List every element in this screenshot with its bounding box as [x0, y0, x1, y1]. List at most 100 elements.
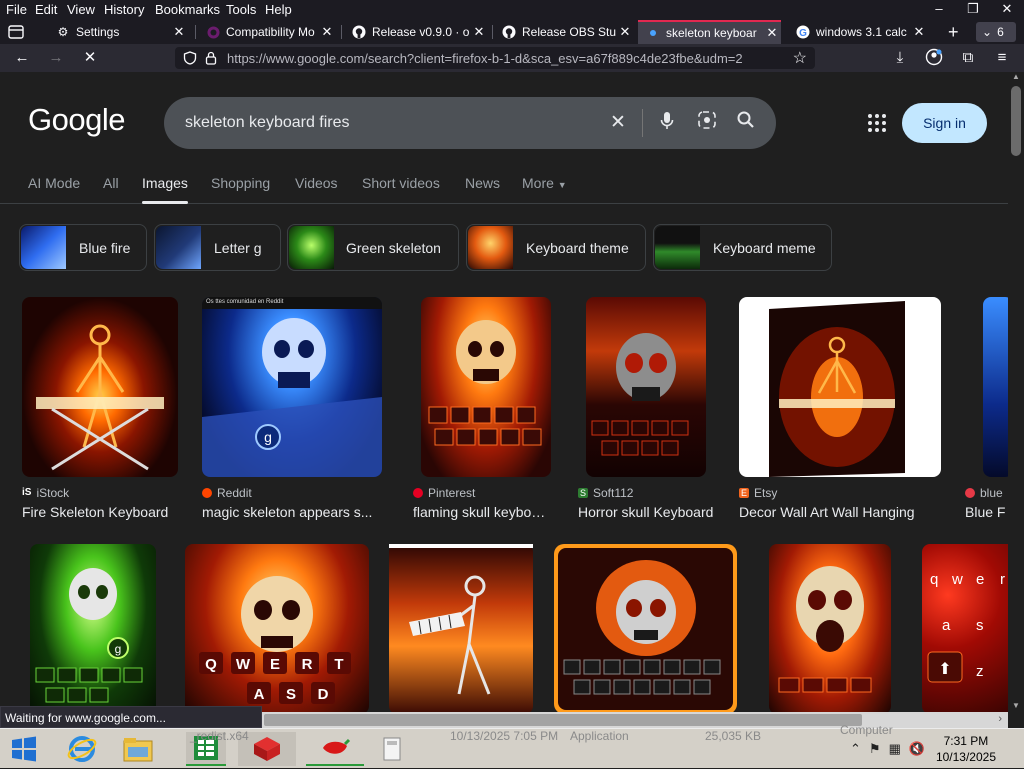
google-logo[interactable]: Google	[28, 102, 125, 138]
sign-in-button[interactable]: Sign in	[902, 103, 987, 143]
menu-edit[interactable]: Edit	[35, 2, 57, 17]
scroll-up-icon[interactable]: ▲	[1012, 72, 1020, 81]
new-tab-button[interactable]: +	[942, 20, 968, 44]
menu-view[interactable]: View	[67, 2, 95, 17]
result-title[interactable]: flaming skull keyboard	[413, 504, 551, 520]
apps-grid-icon[interactable]	[866, 112, 888, 134]
forward-button[interactable]: →	[46, 48, 66, 68]
taskbar-document[interactable]	[372, 732, 412, 766]
result-image[interactable]: Q W E R T A S D	[185, 544, 369, 712]
taskbar-ie[interactable]	[62, 732, 102, 766]
screaming-skull-figure	[778, 566, 872, 693]
tab-release-ol[interactable]: Release v0.9.0 · ol ✕	[344, 20, 488, 44]
page-scrollbar[interactable]: ▲ ▼	[1008, 72, 1024, 712]
tab-ai-mode[interactable]: AI Mode	[28, 175, 80, 191]
result-image[interactable]	[586, 297, 706, 477]
result-image[interactable]: Os ttes comunidad en Reddit g	[202, 297, 382, 477]
voice-search-icon[interactable]	[654, 110, 680, 136]
close-tab-icon[interactable]: ✕	[910, 24, 928, 40]
tray-expand-icon[interactable]: ⌃	[850, 741, 861, 757]
tab-all[interactable]: All	[103, 175, 119, 191]
tab-windows-calc[interactable]: G windows 3.1 calc ✕	[788, 20, 928, 44]
bookmark-star-icon[interactable]: ☆	[793, 48, 807, 68]
tab-compatibility[interactable]: Compatibility Mo ✕	[198, 20, 336, 44]
menu-help[interactable]: Help	[265, 2, 292, 17]
extensions-button[interactable]: ⧉	[958, 48, 978, 68]
horror-skull-figure	[591, 333, 689, 456]
site-circle-icon	[206, 25, 220, 39]
close-window-button[interactable]: ✕	[990, 0, 1024, 20]
tab-overflow-button[interactable]: ⌄ 6	[976, 22, 1016, 42]
stop-button[interactable]: ✕	[80, 48, 100, 68]
menu-bookmarks[interactable]: Bookmarks	[155, 2, 220, 17]
result-title[interactable]: Fire Skeleton Keyboard	[22, 504, 172, 520]
close-tab-icon[interactable]: ✕	[470, 24, 488, 40]
close-tab-icon[interactable]: ✕	[616, 24, 634, 40]
clear-search-icon[interactable]: ✕	[605, 110, 631, 136]
result-image[interactable]: g	[30, 544, 156, 712]
result-title[interactable]: magic skeleton appears s...	[202, 504, 384, 520]
tab-short-videos[interactable]: Short videos	[362, 175, 440, 191]
chip-keyboard-meme[interactable]: Keyboard meme	[653, 224, 832, 271]
chip-letter-g[interactable]: Letter g	[154, 224, 281, 271]
result-image[interactable]	[421, 297, 551, 477]
tab-more[interactable]: More ▼	[522, 175, 567, 191]
result-image[interactable]	[22, 297, 178, 477]
horizontal-scrollbar[interactable]: ›	[262, 712, 1008, 728]
tab-list-button[interactable]	[0, 20, 38, 44]
menu-history[interactable]: History	[104, 2, 144, 17]
scroll-right-icon[interactable]: ›	[998, 713, 1002, 725]
result-title[interactable]: Decor Wall Art Wall Hanging	[739, 504, 935, 520]
account-button[interactable]	[924, 48, 944, 68]
url-bar[interactable]: https://www.google.com/search?client=fir…	[175, 47, 815, 69]
close-tab-icon[interactable]: ✕	[763, 25, 781, 41]
scrollbar-thumb[interactable]	[1011, 86, 1021, 156]
menu-file[interactable]: File	[6, 2, 27, 17]
result-title[interactable]: Blue F	[965, 504, 1008, 520]
restore-button[interactable]: ❐	[956, 0, 990, 20]
chained-skull-figure	[558, 548, 733, 710]
shield-icon[interactable]	[183, 51, 197, 65]
result-image[interactable]	[554, 544, 737, 712]
result-image[interactable]	[983, 297, 1008, 477]
tab-bar: ⚙ Settings ✕ Compatibility Mo ✕ Release …	[0, 20, 1024, 44]
start-button[interactable]	[4, 732, 44, 766]
result-image[interactable]	[739, 297, 941, 477]
tab-videos[interactable]: Videos	[295, 175, 338, 191]
volume-muted-icon[interactable]: 🔇	[909, 741, 925, 757]
tab-release-obs[interactable]: Release OBS Stud ✕	[494, 20, 634, 44]
chip-green-skeleton[interactable]: Green skeleton	[287, 224, 459, 271]
lock-icon[interactable]	[205, 51, 217, 65]
minimize-button[interactable]: –	[922, 0, 956, 20]
result-image[interactable]: q w e r a s z ⬆	[922, 544, 1008, 712]
close-tab-icon[interactable]: ✕	[170, 24, 188, 40]
taskbar-pepper-app[interactable]	[306, 732, 364, 766]
chip-blue-fire[interactable]: Blue fire	[19, 224, 147, 271]
tab-news[interactable]: News	[465, 175, 500, 191]
tab-shopping[interactable]: Shopping	[211, 175, 270, 191]
horizontal-scrollbar-thumb[interactable]	[264, 714, 862, 726]
search-box[interactable]: skeleton keyboard fires ✕	[164, 97, 776, 149]
network-icon[interactable]: ▦	[889, 741, 901, 757]
search-input[interactable]: skeleton keyboard fires	[185, 114, 350, 132]
camera-search-icon[interactable]	[694, 110, 720, 136]
result-title[interactable]: Horror skull Keyboard	[578, 504, 714, 520]
flag-icon[interactable]: ⚑	[869, 741, 881, 757]
app-menu-button[interactable]: ≡	[992, 48, 1012, 68]
chip-keyboard-theme[interactable]: Keyboard theme	[466, 224, 646, 271]
clock[interactable]: 7:31 PM 10/13/2025	[936, 733, 996, 765]
back-button[interactable]: ←	[12, 48, 32, 68]
search-icon[interactable]	[733, 110, 759, 136]
soft112-favicon-icon: S	[578, 488, 588, 498]
tab-settings[interactable]: ⚙ Settings ✕	[48, 20, 188, 44]
url-text: https://www.google.com/search?client=fir…	[227, 51, 743, 66]
scroll-down-icon[interactable]: ▼	[1012, 701, 1020, 710]
result-image[interactable]	[769, 544, 891, 712]
menu-tools[interactable]: Tools	[226, 2, 256, 17]
taskbar-file-explorer[interactable]	[118, 732, 158, 766]
result-image[interactable]	[389, 544, 533, 712]
downloads-button[interactable]: ⤓	[890, 48, 910, 68]
tab-images[interactable]: Images	[142, 175, 188, 191]
close-tab-icon[interactable]: ✕	[318, 24, 336, 40]
tab-skeleton-keyboard[interactable]: skeleton keyboar ✕	[638, 20, 781, 44]
